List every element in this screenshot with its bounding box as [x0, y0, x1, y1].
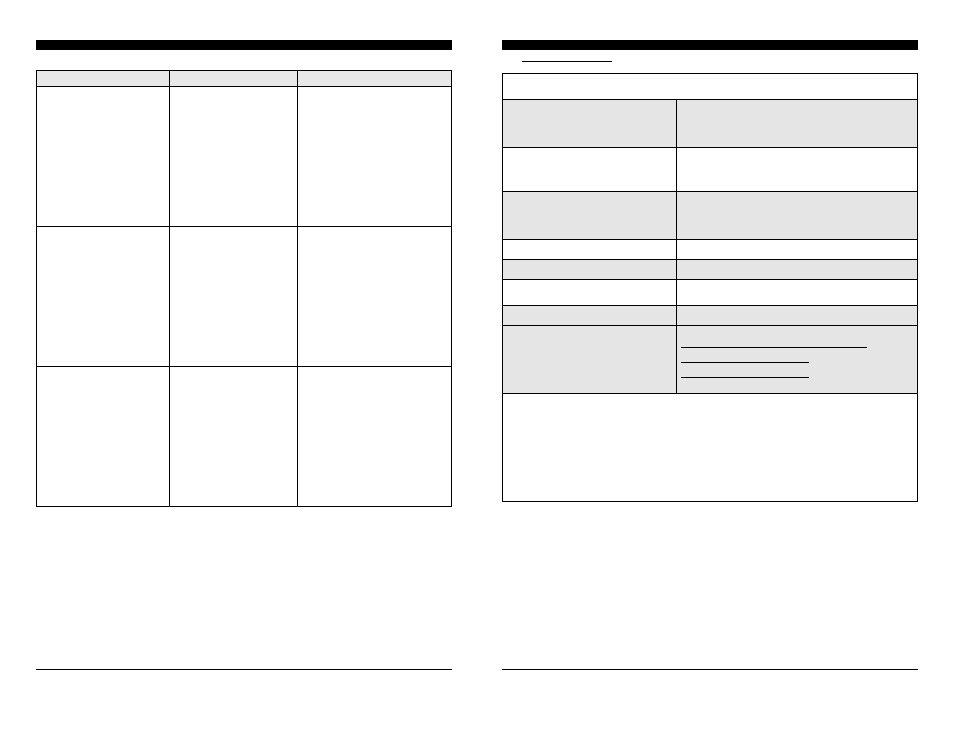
row-list-cell	[677, 326, 918, 394]
cell	[298, 87, 452, 227]
cell	[169, 227, 298, 367]
cell	[37, 367, 170, 507]
row-label	[503, 326, 677, 394]
table-row	[503, 260, 918, 280]
table-row-list	[503, 326, 918, 394]
left-col-header-1	[37, 71, 170, 87]
right-table-caption-row	[503, 74, 918, 100]
cell	[298, 227, 452, 367]
left-grid-table	[36, 70, 452, 507]
row-label	[503, 100, 677, 148]
list-item	[681, 337, 866, 348]
right-column	[502, 40, 918, 670]
row-label	[503, 240, 677, 260]
row-value	[677, 280, 918, 306]
left-header-bar	[36, 40, 452, 50]
cell	[298, 367, 452, 507]
row-value	[677, 260, 918, 280]
left-footer-rule	[36, 669, 452, 670]
list-item	[681, 367, 808, 378]
row-value	[677, 240, 918, 260]
row-label	[503, 260, 677, 280]
right-header-bar	[502, 40, 918, 50]
document-page	[0, 0, 954, 700]
footer-cell	[503, 394, 918, 502]
table-row	[503, 240, 918, 260]
row-value	[677, 100, 918, 148]
cell	[37, 87, 170, 227]
right-detail-table	[502, 73, 918, 502]
table-row	[37, 227, 452, 367]
row-label	[503, 306, 677, 326]
left-table-header-row	[37, 71, 452, 87]
row-label	[503, 148, 677, 192]
table-row	[503, 306, 918, 326]
row-value	[677, 192, 918, 240]
left-col-header-3	[298, 71, 452, 87]
right-table-caption	[503, 74, 918, 100]
row-value	[677, 148, 918, 192]
table-row	[503, 280, 918, 306]
right-footer-rule	[502, 669, 918, 670]
table-row-footer	[503, 394, 918, 502]
table-row	[503, 148, 918, 192]
list-item	[681, 352, 808, 363]
table-row	[37, 367, 452, 507]
cell	[169, 367, 298, 507]
cell	[169, 87, 298, 227]
table-row	[37, 87, 452, 227]
cell	[37, 227, 170, 367]
right-section-label	[522, 60, 612, 62]
left-col-header-2	[169, 71, 298, 87]
row-label	[503, 280, 677, 306]
table-row	[503, 100, 918, 148]
row-value	[677, 306, 918, 326]
table-row	[503, 192, 918, 240]
row-label	[503, 192, 677, 240]
left-column	[36, 40, 452, 670]
